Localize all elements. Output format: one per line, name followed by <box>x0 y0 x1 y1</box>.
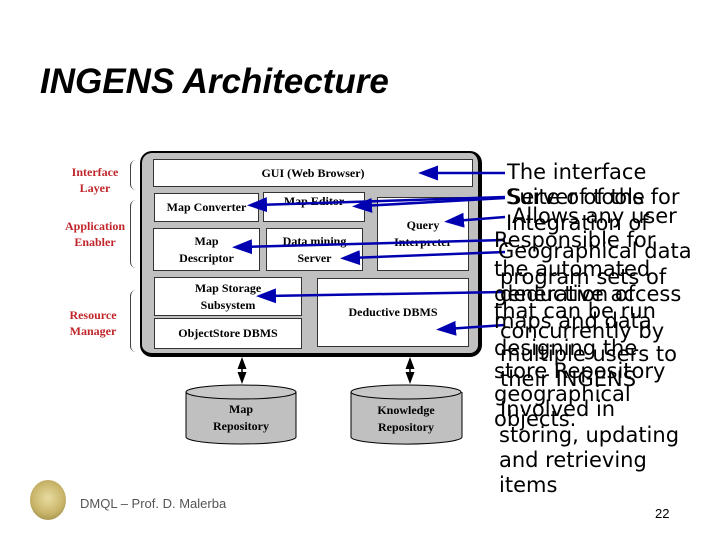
slide: INGENS Architecture Interface Layer Appl… <box>0 0 720 540</box>
knowledge-repository: Knowledge Repository <box>351 393 461 451</box>
arrow-query-interpreter <box>444 212 506 228</box>
annotation-line: The interface <box>507 160 647 184</box>
cyl-line: Repository <box>378 420 434 434</box>
page-number: 22 <box>655 506 670 521</box>
annotation-line: and retrieving <box>499 448 647 472</box>
footer: DMQL – Prof. D. Malerba <box>80 496 227 511</box>
university-seal-logo <box>30 480 66 520</box>
cyl-line: Map <box>229 402 253 416</box>
arrow-map-storage <box>256 288 506 304</box>
cyl-line: Knowledge <box>377 403 435 417</box>
cyl-line: Repository <box>213 419 269 433</box>
arrow-data-mining <box>340 250 506 266</box>
annotation-line: storing, updating <box>499 423 680 447</box>
arrow-map-descriptor <box>232 238 506 255</box>
map-repository: Map Repository <box>186 393 296 451</box>
annotation-line: items <box>499 473 558 497</box>
